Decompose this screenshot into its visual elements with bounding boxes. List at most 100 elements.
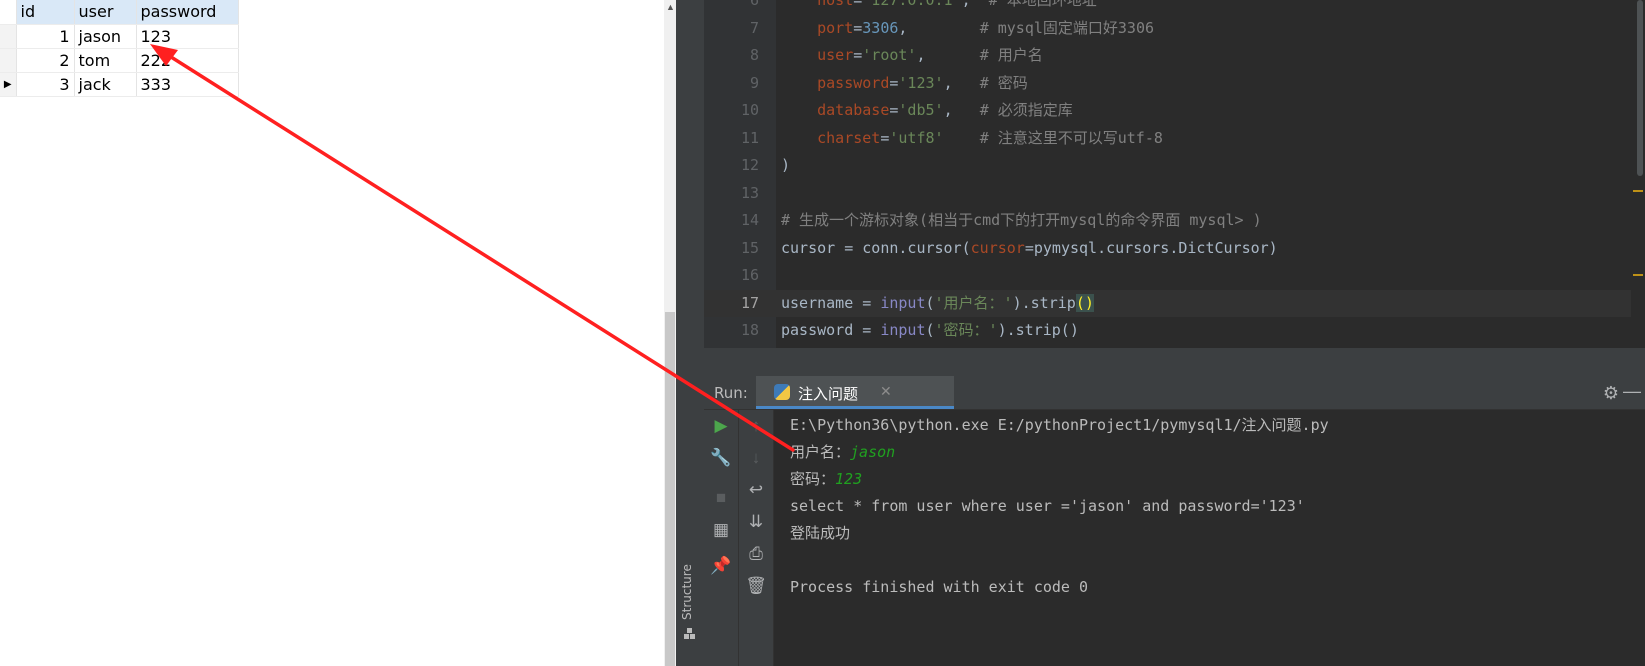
code-token: '用户名：' [934, 293, 1013, 312]
code-editor[interactable]: 6 host='127.0.0.1', # 本地回环地址 7 port=3306,… [704, 0, 1645, 348]
code-token: database [781, 101, 890, 119]
console-exit-line: Process finished with exit code 0 [790, 578, 1089, 596]
run-toolbar-primary: ▶ 🔧 ■ ▦ 📌 [704, 410, 739, 666]
code-line[interactable]: 6 host='127.0.0.1', # 本地回环地址 [704, 0, 1645, 14]
soft-wrap-icon[interactable]: ↩ [739, 476, 773, 504]
structure-icon [684, 628, 695, 639]
code-text: cursor = conn.cursor(cursor=pymysql.curs… [781, 235, 1278, 262]
code-token: '127.0.0.1' [862, 0, 962, 9]
code-token: # 生成一个游标对象(相当于cmd下的打开mysql的命令界面 mysql> ) [781, 211, 1262, 229]
code-token: 'db5' [898, 101, 944, 119]
console-output[interactable]: E:\Python36\python.exe E:/pythonProject1… [774, 410, 1645, 666]
table-row[interactable]: 2 tom 222 [0, 48, 239, 73]
arrow-down-icon[interactable]: ↓ [739, 444, 773, 472]
trash-icon[interactable]: 🗑 [739, 572, 773, 600]
code-token: input [880, 293, 926, 312]
panel-splitter[interactable] [704, 348, 1645, 376]
code-text: host='127.0.0.1', # 本地回环地址 [781, 0, 1097, 14]
column-header-password[interactable]: password [136, 0, 239, 25]
code-line[interactable]: 13 [704, 180, 1645, 207]
table-row[interactable]: 1 jason 123 [0, 24, 239, 49]
grid-header-row: id user password [0, 0, 239, 25]
cell-user[interactable]: tom [74, 48, 137, 73]
code-line[interactable]: 8 user='root', # 用户名 [704, 42, 1645, 69]
code-token: ( [925, 293, 935, 312]
cell-password[interactable]: 333 [136, 72, 239, 97]
code-line[interactable]: 7 port=3306, # mysql固定端口好3306 [704, 15, 1645, 42]
code-line[interactable]: 15 cursor = conn.cursor(cursor=pymysql.cu… [704, 235, 1645, 262]
code-line[interactable]: 14 # 生成一个游标对象(相当于cmd下的打开mysql的命令界面 mysql>… [704, 207, 1645, 234]
print-icon[interactable]: ⎙ [739, 540, 773, 568]
line-number: 18 [740, 321, 759, 339]
code-text: port=3306, # mysql固定端口好3306 [781, 15, 1154, 42]
cell-password[interactable]: 222 [136, 48, 239, 73]
code-token: # 密码 [979, 73, 1028, 92]
layout-icon[interactable]: ▦ [704, 516, 738, 544]
line-number: 14 [740, 211, 759, 229]
code-line[interactable]: 17 username = input('用户名：').strip() [704, 289, 1645, 317]
minimize-icon[interactable]: — [1623, 381, 1641, 402]
structure-toolbar: Structure [676, 0, 705, 666]
code-token: ( [925, 321, 935, 339]
code-token: input [880, 321, 926, 339]
code-token: = [853, 0, 863, 9]
code-text: database='db5', # 必须指定库 [781, 97, 1073, 124]
gear-icon[interactable]: ⚙ [1603, 383, 1619, 404]
structure-tab[interactable]: Structure [680, 564, 694, 620]
code-token: password [781, 73, 890, 92]
code-token: , [943, 73, 980, 92]
db-grid-scrollbar[interactable]: ▲ [664, 0, 676, 666]
code-token: , [943, 101, 980, 119]
code-text: # 生成一个游标对象(相当于cmd下的打开mysql的命令界面 mysql> ) [781, 207, 1262, 234]
code-line[interactable]: 9 password='123', # 密码 [704, 70, 1645, 97]
cell-id[interactable]: 3 [16, 72, 75, 97]
line-number: 7 [749, 18, 759, 37]
run-toolbar-secondary: ↑ ↓ ↩ ⇊ ⎙ 🗑 [739, 410, 774, 666]
wrench-icon[interactable]: 🔧 [704, 444, 738, 472]
line-number: 6 [749, 0, 759, 9]
run-tab[interactable]: 注入问题 ✕ [756, 376, 954, 409]
warning-marker[interactable] [1633, 274, 1643, 276]
code-line[interactable]: 12) [704, 152, 1645, 179]
scroll-up-icon[interactable]: ▲ [666, 2, 675, 12]
code-token: # 必须指定库 [979, 101, 1073, 119]
stop-icon[interactable]: ■ [704, 484, 738, 512]
rerun-icon[interactable]: ▶ [704, 412, 738, 440]
line-number: 10 [740, 101, 759, 119]
code-token: ) [781, 156, 791, 174]
code-line[interactable]: 11 charset='utf8' # 注意这里不可以写utf-8 [704, 125, 1645, 152]
code-line[interactable]: 18 password = input('密码：').strip() [704, 317, 1645, 344]
code-line[interactable]: 16 [704, 262, 1645, 289]
code-text: charset='utf8' # 注意这里不可以写utf-8 [781, 125, 1163, 152]
scroll-to-end-icon[interactable]: ⇊ [739, 508, 773, 536]
code-token: = [853, 18, 863, 37]
password-prompt: 密码： [790, 470, 836, 488]
cell-user[interactable]: jason [74, 24, 137, 49]
scrollbar-thumb[interactable] [1637, 0, 1643, 176]
code-token: password = [781, 321, 881, 339]
code-token: ).strip [1012, 293, 1076, 312]
column-header-user[interactable]: user [74, 0, 137, 25]
code-token: # 本地回环地址 [988, 0, 1097, 9]
column-header-id[interactable]: id [16, 0, 75, 25]
line-number: 12 [740, 156, 759, 174]
cell-id[interactable]: 2 [16, 48, 75, 73]
editor-scrollbar[interactable] [1631, 0, 1645, 348]
arrow-up-icon[interactable]: ↑ [739, 412, 773, 440]
table-row[interactable]: ▶ 3 jack 333 [0, 72, 239, 97]
code-token: user [781, 46, 854, 64]
cell-id[interactable]: 1 [16, 24, 75, 49]
code-text: ) [781, 152, 790, 179]
line-number: 16 [740, 266, 759, 284]
pin-icon[interactable]: 📌 [704, 552, 738, 580]
code-line[interactable]: 10 database='db5', # 必须指定库 [704, 97, 1645, 124]
line-number: 15 [740, 238, 759, 257]
code-text: user='root', # 用户名 [781, 42, 1043, 69]
cell-user[interactable]: jack [74, 72, 137, 97]
cell-password[interactable]: 123 [136, 24, 239, 49]
warning-marker[interactable] [1633, 190, 1643, 192]
scrollbar-thumb[interactable] [665, 312, 675, 666]
row-indicator [0, 24, 17, 49]
close-icon[interactable]: ✕ [880, 383, 892, 400]
code-token: username = [781, 293, 881, 312]
